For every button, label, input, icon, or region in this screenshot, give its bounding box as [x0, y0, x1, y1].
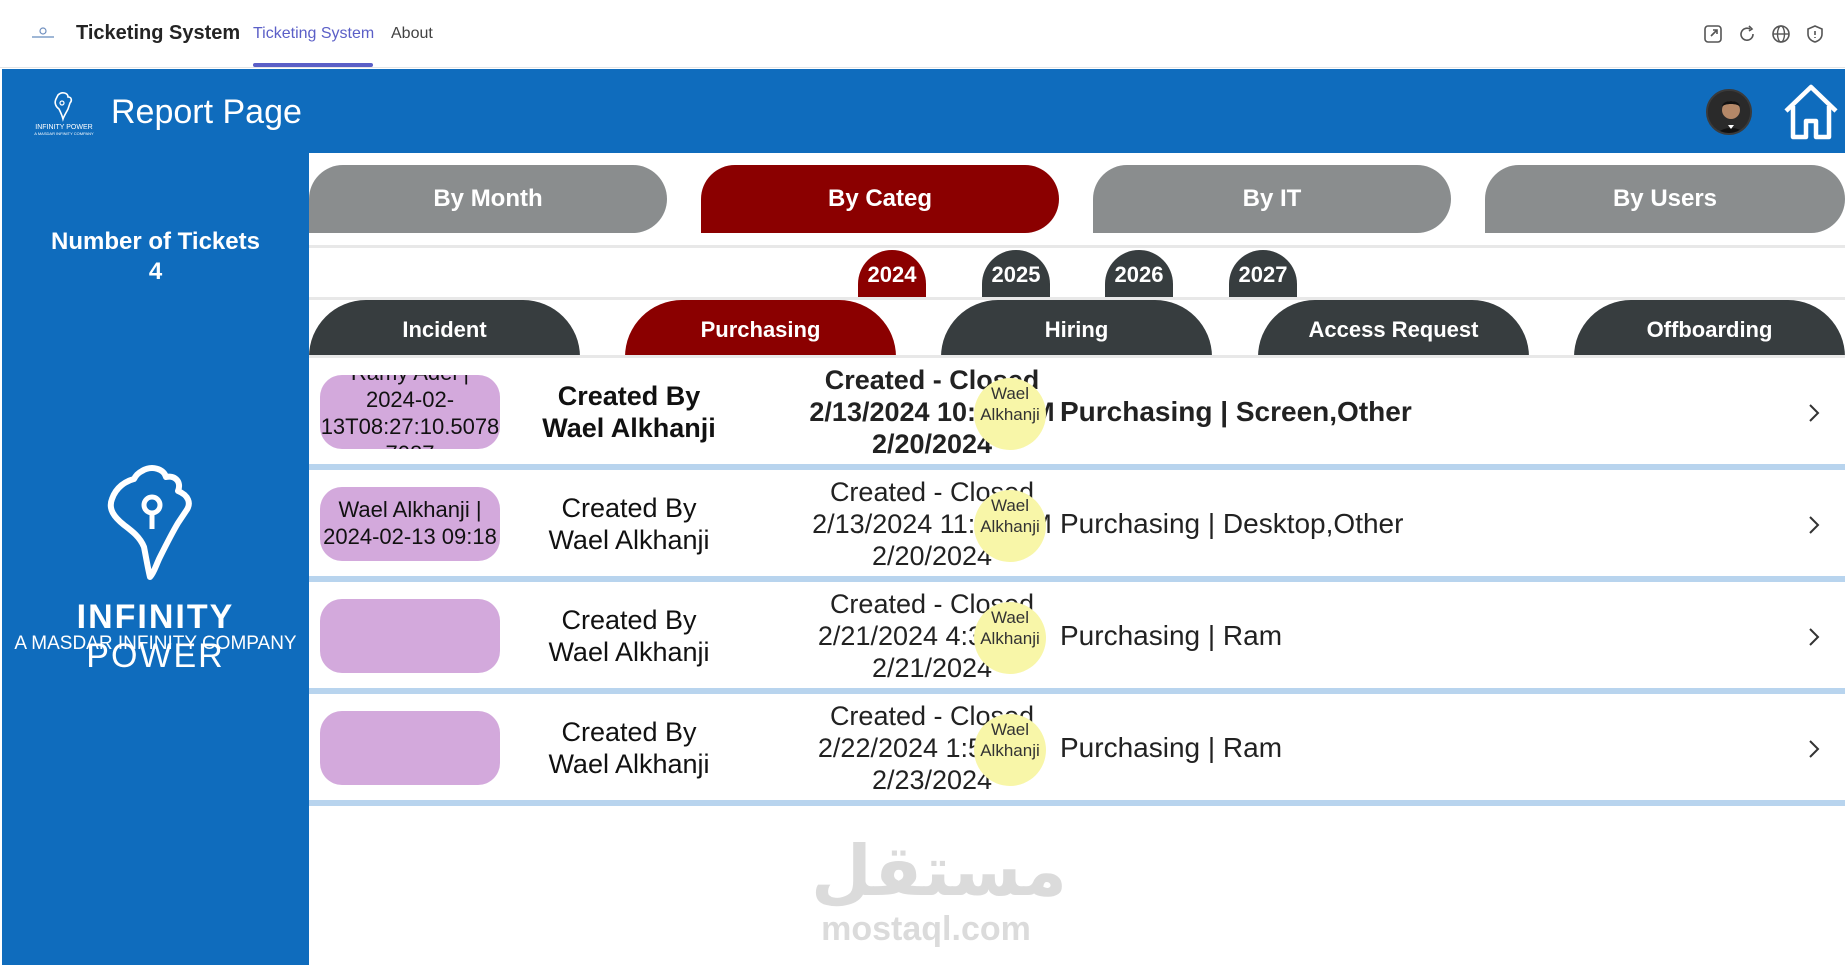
infinity-power-logo: INFINITY POWER A MASDAR INFINITY COMPANY — [34, 92, 94, 136]
chevron-right-icon[interactable] — [1803, 402, 1825, 424]
tab-by-users[interactable]: By Users — [1485, 165, 1845, 233]
ticket-row[interactable]: Created By Wael Alkhanji Created - Closed… — [309, 582, 1845, 694]
assigned-user: Wael Alkhanji — [974, 490, 1046, 562]
tab-ticketing-system[interactable]: Ticketing System — [253, 25, 374, 43]
year-2027-button[interactable]: 2027 — [1229, 250, 1297, 298]
tab-by-categ[interactable]: By Categ — [701, 165, 1059, 233]
globe-icon[interactable] — [1770, 23, 1792, 45]
ticket-count-value: 4 — [148, 258, 163, 285]
app-icon — [32, 27, 54, 38]
year-2024-button[interactable]: 2024 — [858, 250, 926, 298]
home-icon[interactable] — [1780, 81, 1842, 143]
tab-by-it[interactable]: By IT — [1093, 165, 1451, 233]
user-photo-icon — [1708, 91, 1750, 133]
ticket-row[interactable]: Created By Wael Alkhanji Created - Closed… — [309, 694, 1845, 806]
category-incident[interactable]: Incident — [309, 300, 580, 357]
report-content: By Month By Categ By IT By Users 2024 20… — [309, 153, 1845, 965]
category-hiring[interactable]: Hiring — [941, 300, 1212, 357]
ticket-count-label: Number of Tickets — [51, 228, 260, 255]
assigned-user: Wael Alkhanji — [974, 714, 1046, 786]
popout-icon[interactable] — [1702, 23, 1724, 45]
active-tab-indicator — [253, 63, 373, 67]
app-top-bar: Ticketing System Ticketing System About — [0, 0, 1845, 68]
year-2026-button[interactable]: 2026 — [1105, 250, 1173, 298]
shield-icon[interactable] — [1804, 23, 1826, 45]
chevron-right-icon[interactable] — [1803, 626, 1825, 648]
ticket-badge: Ramy Adel | 2024-02-13T08:27:10.5078 708… — [320, 375, 500, 449]
ticket-badge — [320, 711, 500, 785]
chevron-right-icon[interactable] — [1803, 514, 1825, 536]
app-title: Ticketing System — [76, 22, 241, 44]
africa-logo-icon — [107, 465, 192, 580]
category-access-request[interactable]: Access Request — [1258, 300, 1529, 357]
ticket-subject: Purchasing | Ram — [1060, 732, 1283, 763]
tab-divider — [309, 245, 1845, 248]
year-2025-button[interactable]: 2025 — [982, 250, 1050, 298]
tab-about[interactable]: About — [391, 25, 433, 43]
tab-by-month[interactable]: By Month — [309, 165, 667, 233]
stats-sidebar: Number of Tickets 4 INFINITY POWER A MAS… — [2, 153, 309, 965]
page-title: Report Page — [111, 93, 302, 131]
mostaql-watermark: مستقل mostaql.com — [811, 832, 1068, 948]
assigned-user: Wael Alkhanji — [974, 602, 1046, 674]
refresh-icon[interactable] — [1736, 23, 1758, 45]
ticket-row[interactable]: Ramy Adel | 2024-02-13T08:27:10.5078 708… — [309, 358, 1845, 470]
category-offboarding[interactable]: Offboarding — [1574, 300, 1845, 357]
logo-text: INFINITY POWER — [35, 124, 92, 131]
ticket-row[interactable]: Wael Alkhanji | 2024-02-13 09:18 Created… — [309, 470, 1845, 582]
ticket-subject: Purchasing | Ram — [1060, 620, 1283, 651]
category-purchasing[interactable]: Purchasing — [625, 300, 896, 357]
ticket-subject: Purchasing | Screen,Other — [1060, 396, 1412, 427]
logo-subtext: A MASDAR INFINITY COMPANY — [34, 131, 94, 136]
ticket-subject: Purchasing | Desktop,Other — [1060, 508, 1404, 539]
chevron-right-icon[interactable] — [1803, 738, 1825, 760]
ticket-badge — [320, 599, 500, 673]
ticket-badge: Wael Alkhanji | 2024-02-13 09:18 — [320, 487, 500, 561]
avatar[interactable] — [1706, 89, 1752, 135]
brand-tagline: A MASDAR INFINITY COMPANY — [14, 633, 297, 654]
assigned-user: Wael Alkhanji — [974, 378, 1046, 450]
report-header: INFINITY POWER A MASDAR INFINITY COMPANY… — [2, 69, 1845, 153]
